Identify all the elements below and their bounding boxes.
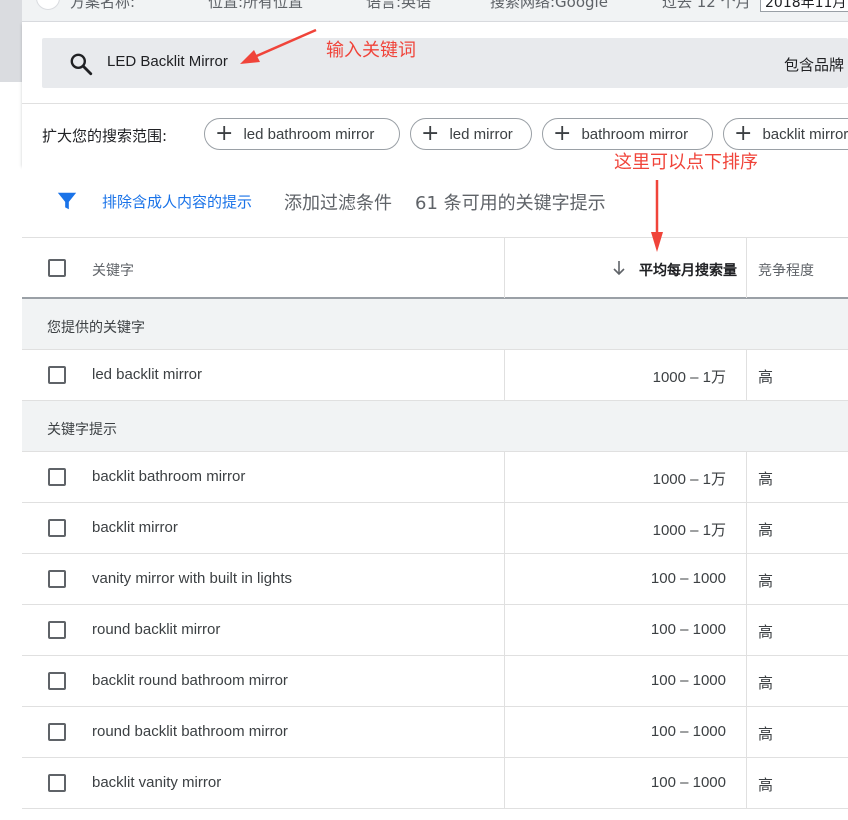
table-row: led backlit mirror 1000 – 1万 高 [22,350,848,401]
competition-cell: 高 [758,521,774,539]
header-competition[interactable]: 竞争程度 [758,260,814,280]
left-gutter-lower [0,82,22,820]
chip-label: led mirror [449,125,513,143]
table-row: backlit bathroom mirror 1000 – 1万 高 [22,452,848,503]
table-row: round backlit bathroom mirror 100 – 1000… [22,707,848,758]
volume-value: 100 – 1000 [650,570,726,587]
volume-value: 100 – 1000 [650,672,726,689]
volume-value: 1000 – 1万 [652,522,726,539]
table-row: backlit round bathroom mirror 100 – 1000… [22,656,848,707]
volume-cell: 1000 – 1万 [504,503,747,553]
section-provided: 您提供的关键字 [22,299,848,350]
volume-cell: 100 – 1000 [504,707,747,757]
expand-search-label: 扩大您的搜索范围: [42,127,168,145]
left-gutter [0,0,22,82]
table-row: round backlit mirror 100 – 1000 高 [22,605,848,656]
plus-icon: + [215,121,234,146]
plan-info-strip: 方案名称: 位置:所有位置 语言:英语 搜索网络:Google 过去 12 个月… [22,0,848,22]
volume-value: 100 – 1000 [650,621,726,638]
row-checkbox[interactable] [48,621,66,639]
exclude-adult-link[interactable]: 排除含成人内容的提示 [102,191,252,212]
table-row: backlit vanity mirror 100 – 1000 高 [22,758,848,809]
date-range-select[interactable]: 2018年11月 [760,0,848,12]
volume-cell: 100 – 1000 [504,605,747,655]
volume-cell: 1000 – 1万 [504,452,747,502]
filter-bar: 排除含成人内容的提示 添加过滤条件 61 条可用的关键字提示 [22,165,848,237]
keyword-search-bar[interactable]: LED Backlit Mirror 包含品牌 [42,38,848,88]
network-label[interactable]: 搜索网络:Google [490,0,608,12]
row-checkbox[interactable] [48,366,66,384]
header-volume-label: 平均每月搜索量 [639,263,737,279]
chip-label: bathroom mirror [581,125,689,143]
chip-led-mirror[interactable]: + led mirror [410,118,532,150]
section-ideas: 关键字提示 [22,401,848,452]
competition-cell: 高 [758,623,774,641]
filter-icon[interactable] [56,190,78,212]
search-input[interactable]: LED Backlit Mirror [107,53,228,70]
period-label: 过去 12 个月 [662,0,751,11]
table-header: 关键字 平均每月搜索量 竞争程度 [22,237,848,299]
keyword-count: 61 条可用的关键字提示 [415,193,606,214]
chip-label: led bathroom mirror [243,125,375,143]
keyword-cell: vanity mirror with built in lights [92,570,293,587]
volume-value: 1000 – 1万 [652,471,726,488]
keyword-cell: backlit mirror [92,519,178,536]
chip-bathroom-mirror[interactable]: + bathroom mirror [542,118,713,150]
competition-cell: 高 [758,368,774,386]
chip-backlit-mirror[interactable]: + backlit mirror [723,118,848,150]
volume-cell: 100 – 1000 [504,758,747,808]
table-row: vanity mirror with built in lights 100 –… [22,554,848,605]
row-checkbox[interactable] [48,672,66,690]
search-icon [70,53,93,76]
volume-cell: 1000 – 1万 [504,350,747,400]
back-button[interactable] [36,0,60,10]
plan-name-label: 方案名称: [70,0,136,11]
keyword-cell: round backlit bathroom mirror [92,723,288,740]
header-volume[interactable]: 平均每月搜索量 [504,238,747,298]
include-brand-toggle[interactable]: 包含品牌 [784,54,844,75]
volume-cell: 100 – 1000 [504,656,747,706]
table-row: backlit mirror 1000 – 1万 高 [22,503,848,554]
volume-cell: 100 – 1000 [504,554,747,604]
arrow-down-icon [613,261,625,276]
annotation-sort-hint: 这里可以点下排序 [614,152,758,173]
volume-value: 100 – 1000 [650,723,726,740]
competition-cell: 高 [758,674,774,692]
search-card: LED Backlit Mirror 包含品牌 扩大您的搜索范围: + led … [22,22,848,165]
competition-cell: 高 [758,470,774,488]
header-keyword[interactable]: 关键字 [92,260,134,280]
volume-value: 1000 – 1万 [652,369,726,386]
annotation-keyword-hint: 输入关键词 [326,40,416,61]
plus-icon: + [421,121,440,146]
keyword-cell: backlit vanity mirror [92,774,222,791]
keyword-cell: backlit bathroom mirror [92,468,246,485]
plus-icon: + [553,121,572,146]
competition-cell: 高 [758,725,774,743]
keyword-cell: round backlit mirror [92,621,221,638]
chip-label: backlit mirror [762,125,848,143]
plus-icon: + [734,121,753,146]
row-checkbox[interactable] [48,723,66,741]
row-checkbox[interactable] [48,570,66,588]
select-all-checkbox[interactable] [48,259,66,277]
volume-value: 100 – 1000 [650,774,726,791]
row-checkbox[interactable] [48,774,66,792]
keyword-table: 关键字 平均每月搜索量 竞争程度 您提供的关键字 led backlit mir… [22,237,848,809]
competition-cell: 高 [758,572,774,590]
keyword-cell: backlit round bathroom mirror [92,672,288,689]
row-checkbox[interactable] [48,468,66,486]
keyword-cell: led backlit mirror [92,366,203,383]
language-label[interactable]: 语言:英语 [366,0,431,12]
add-filter-button[interactable]: 添加过滤条件 [284,189,392,215]
competition-cell: 高 [758,776,774,794]
chip-led-bathroom-mirror[interactable]: + led bathroom mirror [204,118,400,150]
divider [22,103,848,104]
section-label: 关键字提示 [47,422,117,438]
location-label[interactable]: 位置:所有位置 [208,0,303,12]
row-checkbox[interactable] [48,519,66,537]
section-label: 您提供的关键字 [47,320,145,336]
